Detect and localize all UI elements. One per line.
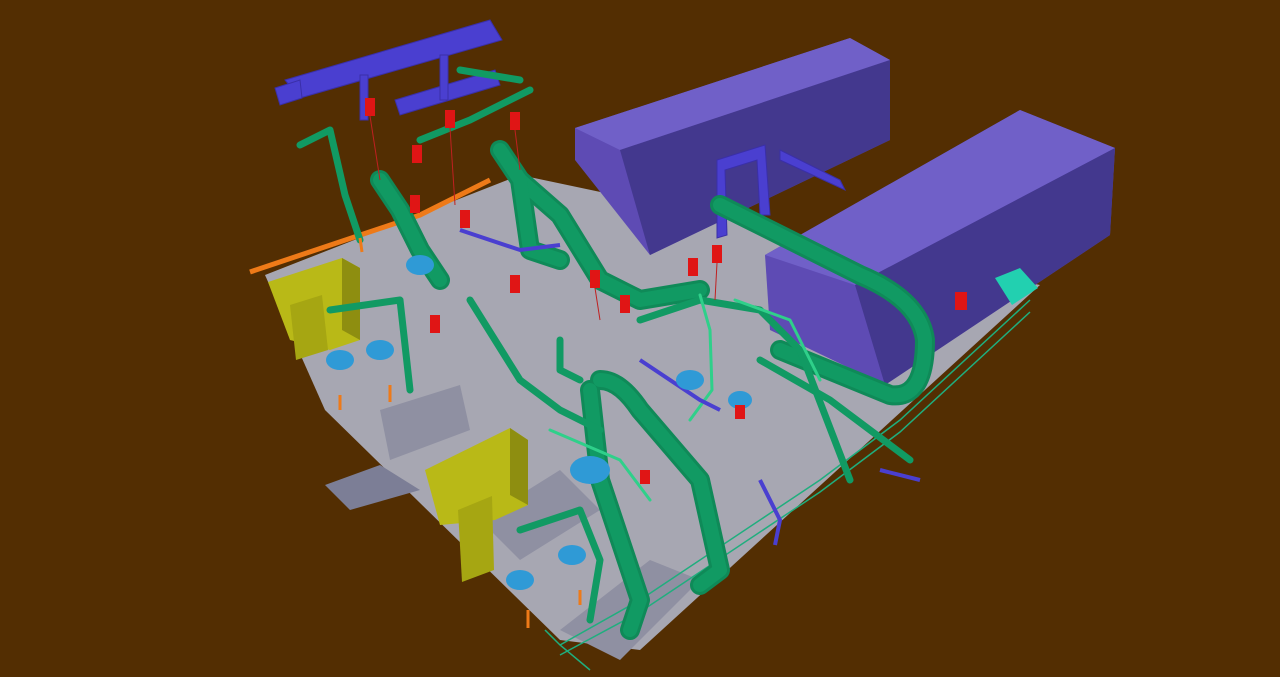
3d-model-viewport[interactable] [0, 0, 1280, 677]
plant-model-render [0, 0, 1280, 677]
